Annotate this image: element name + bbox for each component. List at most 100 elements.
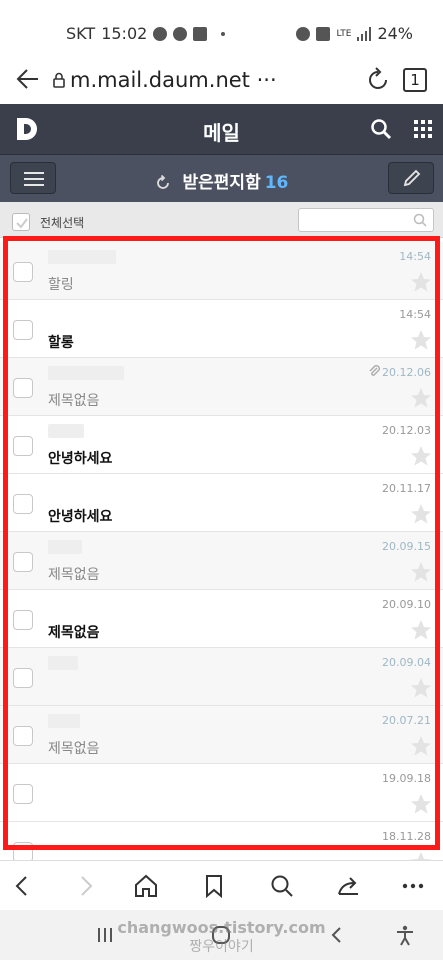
mail-checkbox[interactable] — [13, 494, 33, 514]
mail-subject: 제목없음 — [48, 741, 100, 757]
mail-row[interactable]: 제목없음 20.09.10 — [0, 590, 443, 648]
attachment-icon — [369, 365, 380, 376]
unread-count: 16 — [264, 173, 289, 193]
tab-count-button[interactable]: 1 — [403, 68, 427, 92]
reload-icon[interactable] — [364, 66, 392, 94]
mail-date: 14:54 — [399, 250, 431, 263]
clock: 15:02 — [101, 24, 148, 43]
star-icon[interactable] — [409, 270, 433, 294]
mail-checkbox[interactable] — [13, 784, 33, 804]
select-all-checkbox[interactable] — [12, 213, 30, 231]
mail-checkbox[interactable] — [13, 726, 33, 746]
mail-date: 20.11.17 — [382, 482, 431, 495]
forward-icon[interactable] — [72, 873, 98, 899]
mail-row[interactable]: 할롱 14:54 — [0, 300, 443, 358]
mail-row[interactable]: 제목없음 20.07.21 — [0, 706, 443, 764]
check-icon — [16, 218, 28, 229]
home-icon[interactable] — [133, 873, 159, 899]
mail-checkbox[interactable] — [13, 552, 33, 572]
mail-subject: 할롱 — [48, 335, 74, 351]
compose-button[interactable] — [388, 162, 434, 194]
refresh-icon[interactable] — [155, 175, 171, 191]
star-icon[interactable] — [409, 734, 433, 758]
more-notifications-icon — [221, 31, 226, 36]
mail-subject: 제목없음 — [48, 625, 100, 641]
mail-row[interactable]: 18.11.28 — [0, 822, 443, 860]
mail-date: 20.09.04 — [382, 656, 431, 669]
mail-row[interactable]: 안녕하세요 20.12.03 — [0, 416, 443, 474]
mute-icon — [316, 26, 331, 41]
select-all-label: 전체선택 — [40, 216, 85, 230]
star-icon[interactable] — [409, 328, 433, 352]
url-ellipsis: ··· — [256, 68, 277, 92]
mail-date: 18.11.28 — [382, 830, 431, 843]
bookmark-icon[interactable] — [201, 873, 227, 899]
star-icon[interactable] — [409, 792, 433, 816]
mail-checkbox[interactable] — [13, 378, 33, 398]
mail-checkbox[interactable] — [13, 436, 33, 456]
mail-sender-redacted — [48, 656, 78, 670]
mail-checkbox[interactable] — [13, 262, 33, 282]
search-icon — [413, 213, 427, 227]
app-grid-icon[interactable] — [413, 119, 433, 139]
mail-subject: 안녕하세요 — [48, 509, 113, 525]
share-icon[interactable] — [336, 873, 362, 899]
status-left: SKT 15:02 — [66, 24, 226, 43]
star-icon[interactable] — [409, 560, 433, 584]
back-arrow-icon[interactable] — [14, 66, 40, 98]
mail-list: 할링 14:54 할롱 14:54 제목없음 20.12.06 안녕하세요 20.12.03 안… — [0, 240, 443, 860]
signal-icon — [357, 26, 372, 41]
mail-sender-redacted — [48, 366, 124, 380]
carrier-label: SKT — [66, 24, 96, 43]
star-icon[interactable] — [409, 502, 433, 526]
mail-date: 20.07.21 — [382, 714, 431, 727]
mail-checkbox[interactable] — [13, 842, 33, 860]
watermark-name: 짱우이야기 — [189, 939, 254, 955]
browser-url-bar: m.mail.daum.net ··· 1 — [0, 64, 443, 102]
image-notification-icon — [193, 26, 208, 41]
pencil-icon — [403, 169, 421, 187]
mail-checkbox[interactable] — [13, 320, 33, 340]
mail-row[interactable]: 20.09.04 — [0, 648, 443, 706]
mail-date: 20.12.06 — [382, 366, 431, 379]
search-icon[interactable] — [370, 118, 392, 140]
back-icon[interactable] — [10, 873, 36, 899]
mail-date: 19.09.18 — [382, 772, 431, 785]
talk-notification-icon — [173, 26, 188, 41]
status-bar: SKT 15:02 LTE 24% — [0, 0, 443, 64]
network-label: LTE — [336, 28, 352, 39]
chat-notification-icon — [153, 26, 168, 41]
browser-bottom-nav — [0, 860, 443, 910]
mail-subject: 제목없음 — [48, 393, 100, 409]
star-icon[interactable] — [409, 444, 433, 468]
mail-row[interactable]: 제목없음 20.12.06 — [0, 358, 443, 416]
mail-date: 14:54 — [399, 308, 431, 321]
mail-checkbox[interactable] — [13, 610, 33, 630]
daum-header: 메일 — [0, 104, 443, 154]
mail-row[interactable]: 19.09.18 — [0, 764, 443, 822]
more-icon[interactable] — [400, 873, 426, 899]
mail-row[interactable]: 제목없음 20.09.15 — [0, 532, 443, 590]
mailbox-title[interactable]: 받은편지함 16 — [0, 168, 443, 193]
star-icon[interactable] — [409, 386, 433, 410]
mail-date: 20.12.03 — [382, 424, 431, 437]
url-text: m.mail.daum.net — [70, 68, 250, 92]
alarm-icon — [296, 26, 311, 41]
mail-search-input[interactable] — [298, 208, 434, 232]
mail-sender-redacted — [48, 424, 84, 438]
star-icon[interactable] — [409, 618, 433, 642]
select-toolbar: 전체선택 — [0, 202, 443, 238]
battery-level: 24% — [377, 24, 413, 43]
star-icon[interactable] — [409, 676, 433, 700]
mail-checkbox[interactable] — [13, 668, 33, 688]
mail-subject: 할링 — [48, 277, 74, 293]
star-icon[interactable] — [409, 850, 433, 860]
search-icon[interactable] — [269, 873, 295, 899]
status-right: LTE 24% — [296, 24, 413, 43]
mail-date: 20.09.10 — [382, 598, 431, 611]
mail-sender-redacted — [48, 250, 116, 264]
mail-row[interactable]: 할링 14:54 — [0, 242, 443, 300]
mail-subject: 제목없음 — [48, 567, 100, 583]
mail-row[interactable]: 안녕하세요 20.11.17 — [0, 474, 443, 532]
url-field[interactable]: m.mail.daum.net ··· — [70, 68, 277, 92]
